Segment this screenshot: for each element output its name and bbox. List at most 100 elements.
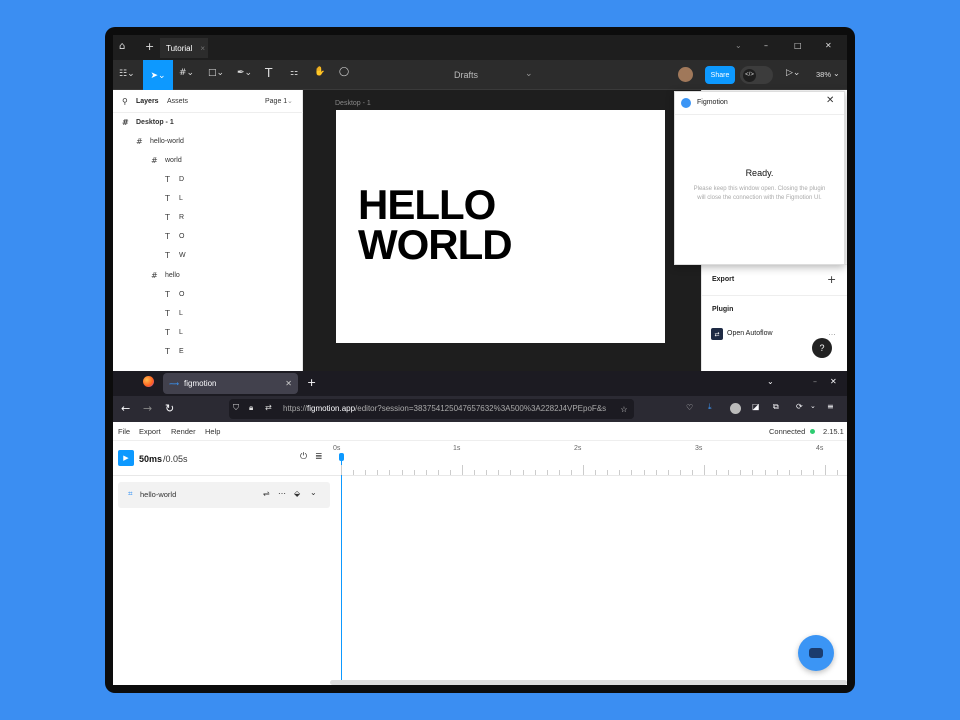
text-tool-icon[interactable]: T [265,66,272,80]
adjust-icon[interactable]: ⇌ [263,489,270,498]
new-tab-icon[interactable]: + [145,40,154,53]
frame-label[interactable]: Desktop - 1 [335,100,371,107]
close-tab-icon[interactable]: × [200,44,205,53]
pocket-icon[interactable]: ♡ [686,403,693,412]
ruler-tick [667,470,669,475]
figma-tab[interactable]: Tutorial × [160,38,208,58]
frame-icon: # [136,137,143,146]
tab-list-chevron-icon[interactable]: ⌄ [767,377,774,386]
layer-row[interactable]: TR [165,208,184,227]
pen-tool-icon[interactable]: ✒⌄ [237,68,252,78]
extensions-icon[interactable]: ⧉ [773,402,779,412]
hamburger-menu-icon[interactable]: ≡ [827,402,834,411]
chat-button[interactable] [798,635,834,671]
home-icon[interactable]: ⌂ [119,41,125,52]
ruler-tick [449,470,451,475]
maximize-icon[interactable]: □ [794,41,802,50]
layer-name: world [165,157,182,164]
menu-help[interactable]: Help [205,427,220,436]
frame-tool-icon[interactable]: #⌄ [179,68,194,78]
screen: ⌂ + Tutorial × ⌄ – □ ✕ ☷⌄ ➤⌄ #⌄ □⌄ ✒⌄ T … [113,35,847,685]
close-window-icon[interactable]: ✕ [830,377,837,386]
sync-icon[interactable]: ⟳ [796,402,803,411]
play-button[interactable]: ▶ [118,450,134,466]
file-menu-chevron-icon[interactable]: ⌄ [525,69,533,79]
back-icon[interactable]: ← [121,402,130,415]
ruler-label: 4s [816,445,824,452]
dev-mode-toggle[interactable]: </> [740,66,773,84]
chevron-down-icon[interactable]: ⌄ [735,41,742,50]
tab-assets[interactable]: Assets [167,98,188,105]
menu-file[interactable]: File [118,427,130,436]
hand-tool-icon[interactable]: ✋ [314,67,325,77]
ruler-tick [607,470,609,475]
loop-icon[interactable]: ⏻ [300,452,307,462]
horizontal-scrollbar[interactable] [330,680,847,685]
help-button[interactable]: ? [812,338,832,358]
layer-row[interactable]: TO [165,227,184,246]
menu-render[interactable]: Render [171,427,196,436]
reload-icon[interactable]: ↻ [165,402,174,415]
minimize-icon[interactable]: – [813,377,817,386]
page-selector[interactable]: Page 1 [265,98,287,105]
url-bar[interactable]: ⛉ 🔒︎ ⇄ https://figmotion.app/editor?sess… [229,399,634,419]
shape-tool-icon[interactable]: □⌄ [208,68,224,78]
close-tab-icon[interactable]: ✕ [285,379,292,388]
lock-icon[interactable]: 🔒︎ [249,403,253,413]
ruler-tick [655,470,657,475]
expand-chevron-icon[interactable]: ⌄ [310,488,317,497]
zoom-chevron-icon[interactable]: ⌄ [833,69,840,78]
shield-icon[interactable]: ⛉ [233,403,239,413]
layer-row[interactable]: # Desktop - 1 [122,113,174,132]
code-icon: </> [743,68,756,82]
layer-row[interactable]: TE [165,342,184,361]
open-autoflow-item[interactable]: Open Autoflow [727,330,773,337]
layer-row[interactable]: # hello-world [136,132,184,151]
forward-icon[interactable]: → [143,402,152,415]
list-icon[interactable]: ≣ [315,452,323,462]
layer-row[interactable]: TL [165,323,183,342]
frame-icon: ⌗ [128,489,133,498]
minimize-icon[interactable]: – [764,41,768,50]
layer-row[interactable]: TW [165,246,186,265]
menu-export[interactable]: Export [139,427,161,436]
close-plugin-icon[interactable]: ✕ [826,95,834,106]
bookmark-star-icon[interactable]: ☆ [614,399,634,419]
account-avatar[interactable] [730,403,741,414]
headline-text[interactable]: HELLO WORLD [358,184,513,266]
zoom-level[interactable]: 38% [816,70,831,79]
firefox-tab[interactable]: ⟿ figmotion ✕ [163,373,298,394]
close-window-icon[interactable]: ✕ [825,41,832,50]
timeline-layer-row[interactable]: ⌗ hello-world ⇌ ⋯ ⬙ ⌄ [118,482,330,508]
share-button[interactable]: Share [705,66,735,84]
new-tab-icon[interactable]: + [307,376,316,389]
layer-row[interactable]: TL [165,304,183,323]
layer-row[interactable]: # hello [151,266,180,285]
playhead[interactable] [341,457,342,685]
layer-row[interactable]: TO [165,285,184,304]
resources-icon[interactable]: ⚏ [290,68,298,78]
present-icon[interactable]: ▷⌄ [786,68,800,78]
layer-row[interactable]: TL [165,189,183,208]
search-icon[interactable]: ⚲ [122,97,128,106]
more-icon[interactable]: ⋯ [278,489,286,498]
ruler-tick [752,470,754,475]
extension-icon[interactable]: ◪ [752,402,760,411]
more-icon[interactable]: … [828,328,836,337]
playhead-handle[interactable] [339,453,344,461]
add-export-icon[interactable]: + [827,273,836,286]
permissions-icon[interactable]: ⇄ [265,403,272,412]
layers-icon[interactable]: ⬙ [294,489,300,498]
move-tool-button[interactable]: ➤⌄ [143,60,173,90]
drafts-label[interactable]: Drafts [454,70,478,80]
overflow-chevron-icon[interactable]: ⌄ [810,402,816,410]
main-menu-icon[interactable]: ☷⌄ [119,69,135,79]
layer-row[interactable]: # world [151,151,182,170]
page-chevron-icon[interactable]: ⌄ [287,97,293,105]
layer-row[interactable]: TD [165,170,184,189]
url-text: https://figmotion.app/editor?session=383… [283,404,606,413]
comment-icon[interactable]: ◯ [339,67,349,77]
avatar[interactable] [678,67,693,82]
downloads-icon[interactable]: ⤓ [708,402,712,412]
tab-layers[interactable]: Layers [136,98,159,105]
